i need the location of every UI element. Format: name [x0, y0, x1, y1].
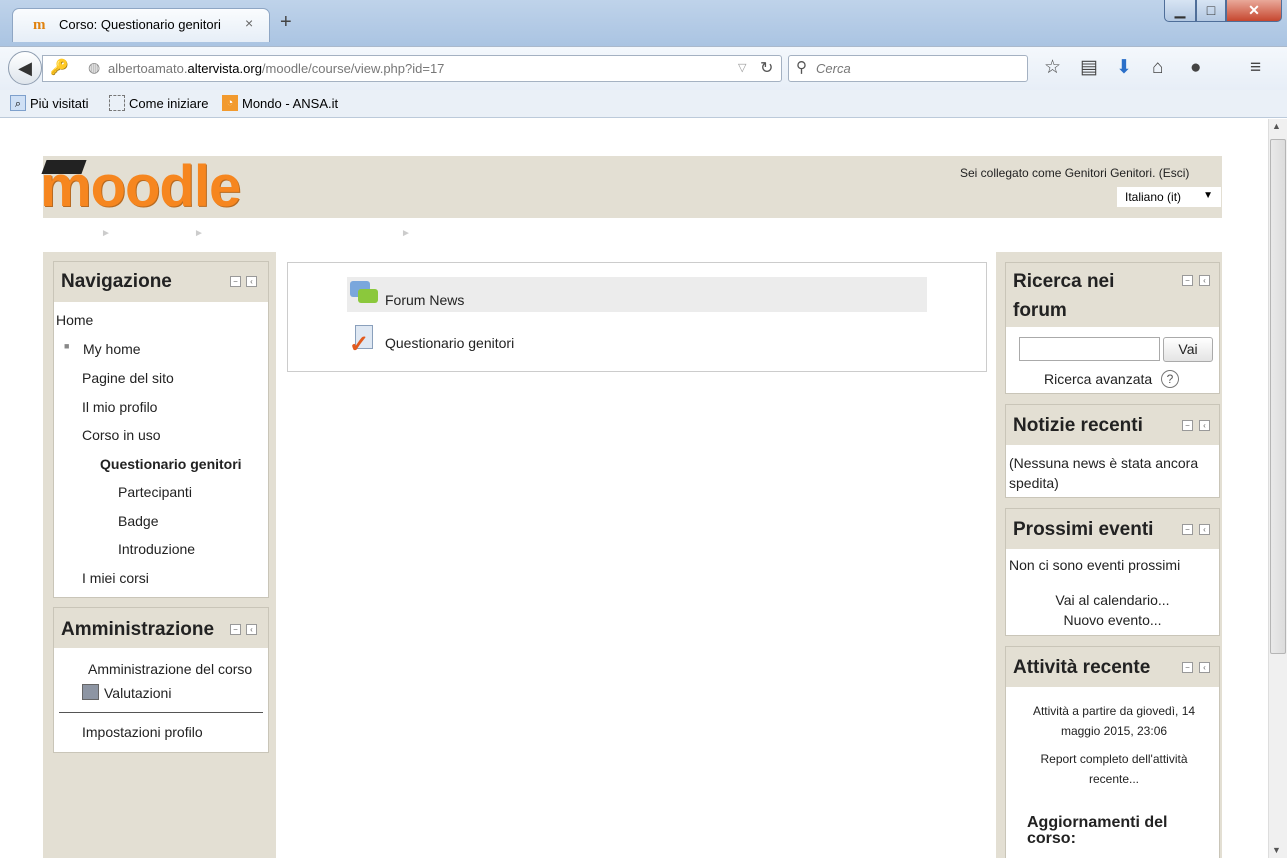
administration-title: Amministrazione — [61, 619, 215, 640]
reload-icon[interactable]: ↻ — [760, 58, 773, 78]
new-tab-button[interactable]: + — [280, 12, 292, 32]
collapse-icon[interactable]: − — [1182, 420, 1193, 431]
scrollbar-thumb[interactable] — [1270, 139, 1286, 654]
url-text[interactable]: albertoamato.altervista.org/moodle/cours… — [108, 61, 444, 76]
admin-course-administration[interactable]: Amministrazione del corso — [88, 661, 252, 677]
advanced-search-link[interactable]: Ricerca avanzata — [1044, 371, 1152, 387]
recent-activity-block: Attività recente − ‹ Attività a partire … — [1005, 646, 1220, 858]
administration-block: Amministrazione − ‹ Amministrazione del … — [53, 607, 269, 753]
help-icon[interactable]: ? — [1161, 370, 1179, 388]
navigation-block: Navigazione − ‹ Home ■ My home Pagine de… — [53, 261, 269, 598]
moodle-favicon-icon: m — [33, 17, 46, 33]
scroll-down-arrow-icon[interactable]: ▼ — [1272, 845, 1281, 855]
dock-icon[interactable]: ‹ — [246, 624, 257, 635]
recent-news-text: (Nessuna news è stata ancora spedita) — [1009, 455, 1199, 491]
collapse-icon[interactable]: − — [230, 624, 241, 635]
bookmark-star-icon[interactable]: ☆ — [1044, 56, 1061, 80]
home-icon[interactable]: ⌂ — [1152, 56, 1163, 80]
globe-icon: ◍ — [88, 59, 101, 75]
dock-icon[interactable]: ‹ — [246, 276, 257, 287]
nav-my-courses[interactable]: I miei corsi — [82, 570, 149, 586]
grades-table-icon — [82, 684, 99, 700]
menu-icon[interactable]: ≡ — [1250, 56, 1261, 80]
identity-key-icon[interactable]: 🔑 — [50, 58, 69, 76]
dock-icon[interactable]: ‹ — [1199, 662, 1210, 673]
login-info[interactable]: Sei collegato come Genitori Genitori. (E… — [960, 166, 1189, 180]
nav-current-course[interactable]: Corso in uso — [82, 427, 161, 443]
search-placeholder: Cerca — [816, 61, 851, 76]
language-select[interactable]: Italiano (it) ▼ — [1116, 186, 1222, 208]
back-button[interactable]: ◀ — [8, 51, 42, 85]
full-report-link[interactable]: Report completo dell'attività recente... — [1014, 749, 1214, 789]
activity-forum-news[interactable]: Forum News — [385, 292, 464, 308]
dock-icon[interactable]: ‹ — [1199, 275, 1210, 286]
forum-icon — [350, 281, 378, 307]
breadcrumb-separator-icon: ► — [401, 228, 411, 239]
bookmark-most-visited[interactable]: Più visitati — [30, 96, 89, 111]
url-history-dropdown-icon[interactable]: ▽ — [738, 61, 746, 74]
chevron-down-icon: ▼ — [1203, 190, 1213, 201]
search-forums-block: Ricerca nei forum − ‹ Vai Ricerca avanza… — [1005, 262, 1220, 394]
dock-icon[interactable]: ‹ — [1199, 420, 1210, 431]
collapse-icon[interactable]: − — [1182, 662, 1193, 673]
recent-news-title: Notizie recenti — [1013, 415, 1143, 436]
recent-activity-title: Attività recente — [1013, 657, 1151, 678]
chat-icon[interactable]: ● — [1190, 56, 1201, 80]
breadcrumb-separator-icon: ► — [194, 228, 204, 239]
maximize-button[interactable]: □ — [1196, 0, 1226, 22]
admin-grades[interactable]: Valutazioni — [104, 685, 171, 701]
course-updates-heading: Aggiornamenti del corso: — [1027, 814, 1168, 847]
search-icon: ⚲ — [796, 59, 807, 76]
nav-my-profile[interactable]: Il mio profilo — [82, 399, 157, 415]
questionnaire-icon: ✓ — [349, 325, 379, 357]
nav-introduction[interactable]: Introduzione — [118, 541, 195, 557]
forum-search-input[interactable] — [1019, 337, 1160, 361]
search-go-button[interactable]: Vai — [1163, 337, 1213, 362]
bookmark-getting-started[interactable]: Come iniziare — [129, 96, 208, 111]
search-forums-title-2: forum — [1013, 300, 1067, 321]
rss-icon: ◔ — [222, 95, 238, 111]
upcoming-events-text: Non ci sono eventi prossimi — [1009, 557, 1181, 573]
minimize-button[interactable]: ▁ — [1164, 0, 1196, 22]
nav-site-pages[interactable]: Pagine del sito — [82, 370, 174, 386]
bullet-icon: ■ — [64, 341, 70, 351]
close-window-button[interactable]: ✕ — [1226, 0, 1282, 22]
collapse-icon[interactable]: − — [230, 276, 241, 287]
tab-close-icon[interactable]: × — [245, 15, 253, 31]
nav-badge[interactable]: Badge — [118, 513, 158, 529]
collapse-icon[interactable]: − — [1182, 275, 1193, 286]
dock-icon[interactable]: ‹ — [1199, 524, 1210, 535]
upcoming-events-title: Prossimi eventi — [1013, 519, 1154, 540]
bookmarks-menu-icon[interactable]: ▤ — [1080, 56, 1098, 80]
browser-tab[interactable]: m Corso: Questionario genitori × — [12, 8, 270, 42]
collapse-icon[interactable]: − — [1182, 524, 1193, 535]
new-event-link[interactable]: Nuovo evento... — [1006, 612, 1219, 628]
nav-participants[interactable]: Partecipanti — [118, 484, 192, 500]
recent-news-block: Notizie recenti − ‹ (Nessuna news è stat… — [1005, 404, 1220, 498]
go-to-calendar-link[interactable]: Vai al calendario... — [1006, 592, 1219, 608]
nav-my-home[interactable]: My home — [83, 341, 141, 357]
nav-home[interactable]: Home — [56, 312, 93, 328]
tab-title: Corso: Questionario genitori — [59, 17, 221, 32]
search-forums-title-1: Ricerca nei — [1013, 271, 1115, 292]
activity-questionario-genitori[interactable]: Questionario genitori — [385, 335, 514, 351]
mortarboard-icon — [41, 160, 87, 174]
scroll-up-arrow-icon[interactable]: ▲ — [1272, 121, 1281, 131]
divider — [59, 712, 263, 713]
page-icon — [109, 95, 125, 111]
navigation-title: Navigazione — [61, 271, 172, 292]
bookmark-folder-icon: ⌕ — [10, 95, 26, 111]
downloads-icon[interactable]: ⬇ — [1116, 56, 1132, 80]
breadcrumb-separator-icon: ► — [101, 228, 111, 239]
nav-course-questionario[interactable]: Questionario genitori — [100, 456, 242, 472]
recent-activity-since: Attività a partire da giovedì, 14 maggio… — [1032, 704, 1196, 738]
upcoming-events-block: Prossimi eventi − ‹ Non ci sono eventi p… — [1005, 508, 1220, 636]
bookmark-ansa[interactable]: Mondo - ANSA.it — [242, 96, 338, 111]
admin-profile-settings[interactable]: Impostazioni profilo — [82, 724, 203, 740]
